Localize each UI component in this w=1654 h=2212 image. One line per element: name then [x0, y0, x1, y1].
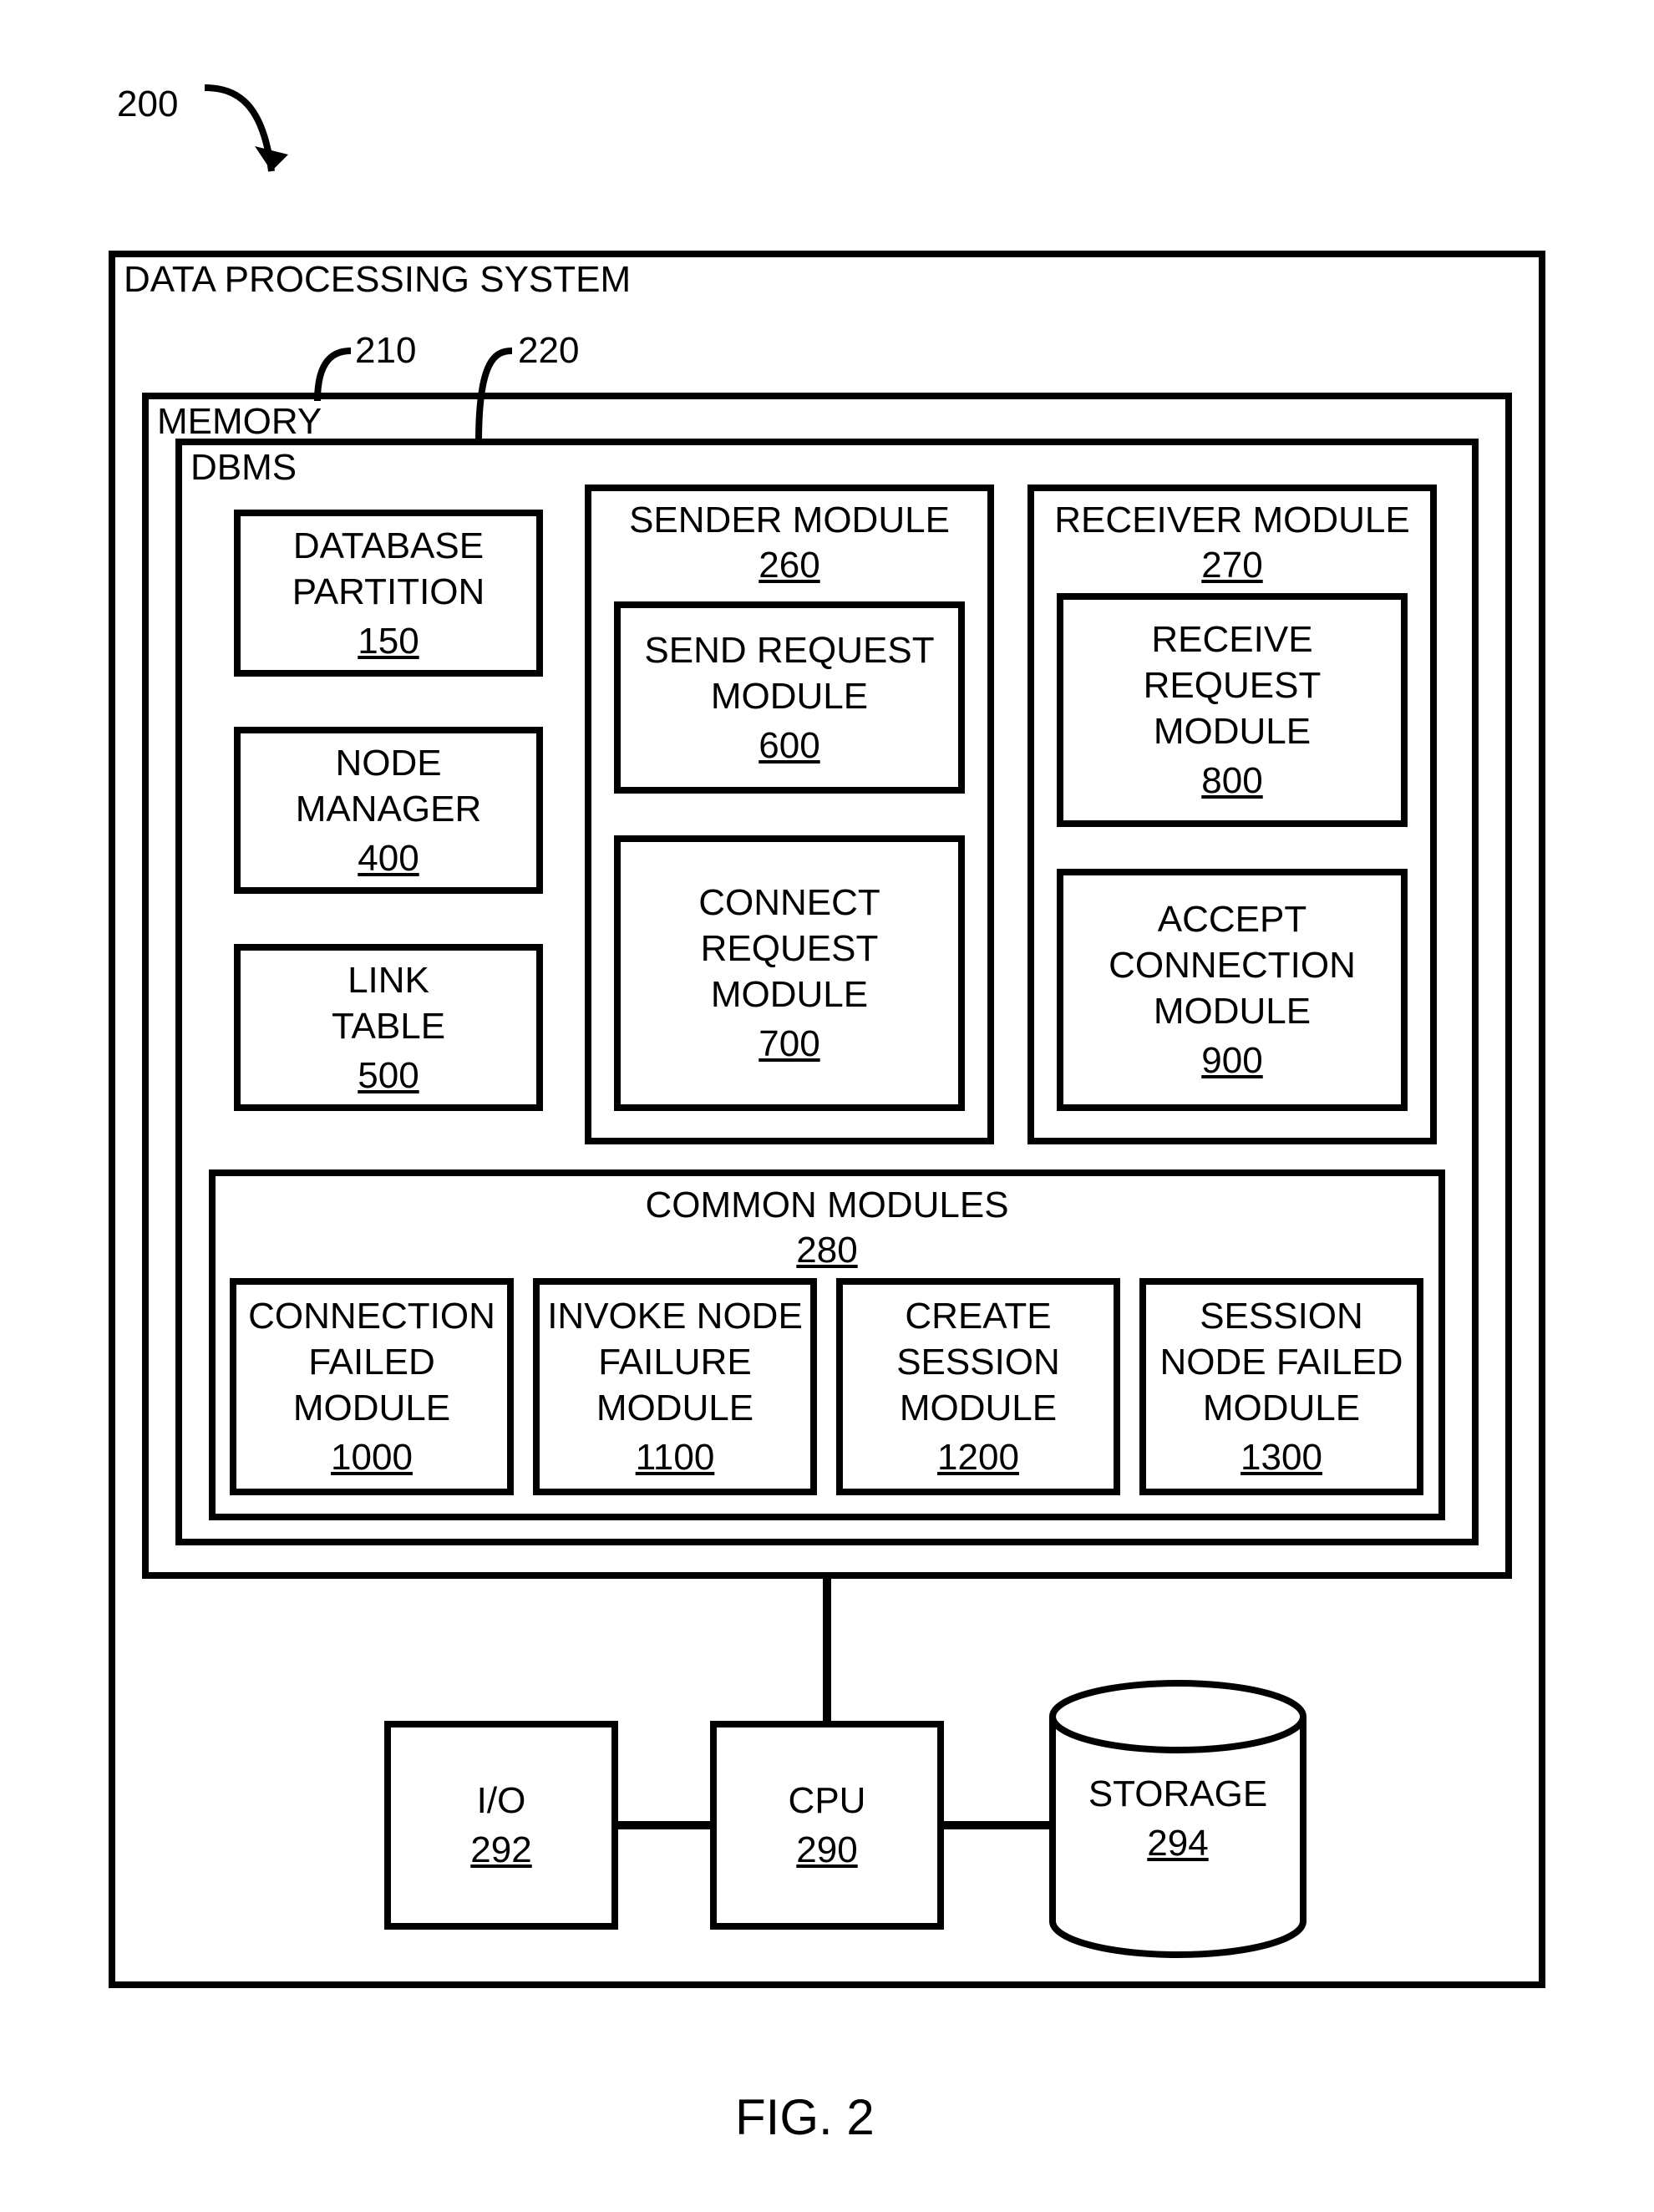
io-ref: 292: [470, 1827, 531, 1873]
session-node-failed-title1: SESSION: [1200, 1293, 1363, 1339]
figure-ref-arrow: [188, 79, 313, 221]
cpu-ref: 290: [796, 1827, 857, 1873]
session-node-failed-title2: NODE FAILED: [1160, 1339, 1403, 1385]
common-modules-ref: 280: [216, 1230, 1438, 1271]
common-modules-title: COMMON MODULES: [216, 1185, 1438, 1226]
data-processing-system-title: DATA PROCESSING SYSTEM: [124, 259, 631, 301]
diagram-page: 200 DATA PROCESSING SYSTEM 210 220 MEMOR…: [0, 0, 1654, 2212]
callout-220: 220: [518, 330, 579, 372]
receive-request-title3: MODULE: [1154, 708, 1311, 754]
connection-failed-ref: 1000: [331, 1434, 413, 1480]
line-cpu-to-storage: [944, 1821, 1051, 1829]
connect-request-title1: CONNECT: [698, 880, 880, 926]
connection-failed-title2: FAILED: [308, 1339, 435, 1385]
receiver-module-ref: 270: [1034, 545, 1430, 586]
accept-connection-title2: CONNECTION: [1109, 942, 1356, 988]
database-partition-box: DATABASE PARTITION 150: [234, 510, 543, 677]
cpu-title: CPU: [789, 1778, 866, 1824]
io-box: I/O 292: [384, 1721, 618, 1930]
invoke-node-failure-ref: 1100: [636, 1434, 715, 1480]
send-request-title1: SEND REQUEST: [644, 627, 934, 673]
session-node-failed-title3: MODULE: [1203, 1385, 1360, 1431]
accept-connection-ref: 900: [1201, 1038, 1262, 1083]
cpu-box: CPU 290: [710, 1721, 944, 1930]
invoke-node-failure-title2: FAILURE: [598, 1339, 751, 1385]
sender-module-title: SENDER MODULE: [591, 500, 987, 541]
callout-210: 210: [355, 330, 416, 372]
node-manager-box: NODE MANAGER 400: [234, 727, 543, 894]
node-manager-ref: 400: [358, 835, 419, 881]
sender-module-ref: 260: [591, 545, 987, 586]
invoke-node-failure-module-box: INVOKE NODE FAILURE MODULE 1100: [533, 1278, 817, 1495]
connection-failed-title1: CONNECTION: [248, 1293, 495, 1339]
figure-caption: FIG. 2: [735, 2088, 875, 2146]
create-session-ref: 1200: [937, 1434, 1019, 1480]
storage-ref: 294: [1147, 1820, 1208, 1866]
memory-title: MEMORY: [157, 401, 322, 443]
link-table-box: LINK TABLE 500: [234, 944, 543, 1111]
accept-connection-title1: ACCEPT: [1158, 896, 1306, 942]
send-request-ref: 600: [759, 723, 819, 769]
create-session-title3: MODULE: [900, 1385, 1057, 1431]
session-node-failed-module-box: SESSION NODE FAILED MODULE 1300: [1139, 1278, 1423, 1495]
connection-failed-title3: MODULE: [293, 1385, 450, 1431]
dbms-title: DBMS: [190, 447, 297, 489]
link-table-ref: 500: [358, 1053, 419, 1098]
node-manager-title1: NODE: [335, 740, 441, 786]
link-table-title1: LINK: [348, 957, 429, 1003]
link-table-title2: TABLE: [332, 1003, 445, 1049]
connect-request-title3: MODULE: [711, 972, 868, 1017]
connection-failed-module-box: CONNECTION FAILED MODULE 1000: [230, 1278, 514, 1495]
accept-connection-title3: MODULE: [1154, 988, 1311, 1034]
accept-connection-module-box: ACCEPT CONNECTION MODULE 900: [1057, 869, 1408, 1111]
connect-request-title2: REQUEST: [701, 926, 879, 972]
database-partition-title2: PARTITION: [292, 569, 485, 615]
line-memory-to-cpu: [823, 1579, 831, 1721]
node-manager-title2: MANAGER: [296, 786, 481, 832]
create-session-title1: CREATE: [905, 1293, 1051, 1339]
receive-request-title2: REQUEST: [1144, 662, 1322, 708]
invoke-node-failure-title1: INVOKE NODE: [547, 1293, 803, 1339]
connect-request-ref: 700: [759, 1021, 819, 1067]
io-title: I/O: [477, 1778, 526, 1824]
line-io-to-cpu: [618, 1821, 710, 1829]
storage-label-group: STORAGE 294: [1044, 1771, 1312, 1866]
session-node-failed-ref: 1300: [1240, 1434, 1322, 1480]
send-request-title2: MODULE: [711, 673, 868, 719]
storage-title: STORAGE: [1088, 1771, 1267, 1817]
create-session-module-box: CREATE SESSION MODULE 1200: [836, 1278, 1120, 1495]
send-request-module-box: SEND REQUEST MODULE 600: [614, 601, 965, 794]
receiver-module-title: RECEIVER MODULE: [1034, 500, 1430, 541]
receive-request-title1: RECEIVE: [1151, 616, 1312, 662]
database-partition-ref: 150: [358, 618, 419, 664]
receive-request-ref: 800: [1201, 758, 1262, 804]
figure-ref-200: 200: [117, 84, 178, 125]
receive-request-module-box: RECEIVE REQUEST MODULE 800: [1057, 593, 1408, 827]
connect-request-module-box: CONNECT REQUEST MODULE 700: [614, 835, 965, 1111]
create-session-title2: SESSION: [896, 1339, 1060, 1385]
invoke-node-failure-title3: MODULE: [596, 1385, 753, 1431]
database-partition-title1: DATABASE: [293, 523, 484, 569]
